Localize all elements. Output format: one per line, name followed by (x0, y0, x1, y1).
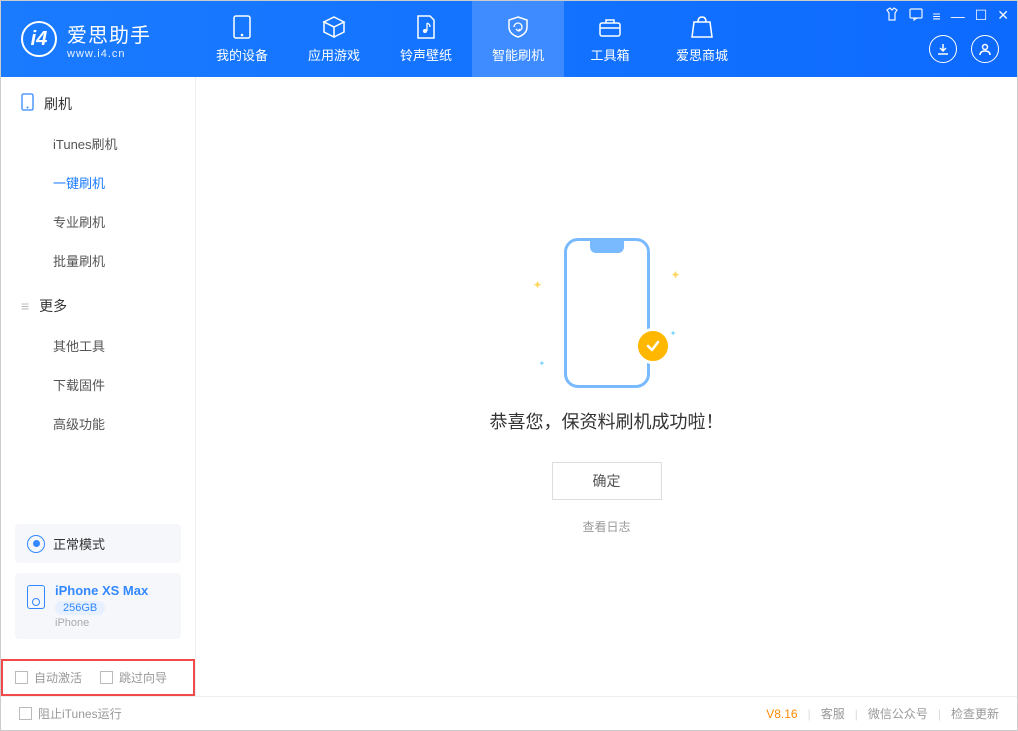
tshirt-icon[interactable] (885, 7, 899, 24)
nav-label: 爱思商城 (676, 45, 728, 64)
nav-apps[interactable]: 应用游戏 (288, 1, 380, 77)
block-itunes-checkbox[interactable]: 阻止iTunes运行 (19, 705, 122, 722)
download-button[interactable] (929, 35, 957, 63)
sparkle-icon: ✦ (539, 359, 546, 368)
refresh-shield-icon (506, 15, 530, 39)
check-update-link[interactable]: 检查更新 (951, 705, 999, 722)
nav-label: 应用游戏 (308, 45, 360, 64)
mode-indicator-icon (27, 535, 45, 553)
bag-icon (690, 15, 714, 39)
device-phone-icon (27, 585, 45, 609)
close-icon[interactable]: ✕ (997, 7, 1009, 24)
cube-icon (322, 15, 346, 39)
section-label: 更多 (39, 296, 67, 316)
sidebar-item-oneclick-flash[interactable]: 一键刷机 (1, 163, 195, 202)
sidebar: 刷机 iTunes刷机 一键刷机 专业刷机 批量刷机 ≡ 更多 其他工具 下载固… (1, 77, 196, 696)
nav-ringtones[interactable]: 铃声壁纸 (380, 1, 472, 77)
skip-guide-checkbox[interactable]: 跳过向导 (100, 669, 167, 686)
header-bar: i4 爱思助手 www.i4.cn 我的设备 应用游戏 铃声壁纸 智能刷机 工具… (1, 1, 1017, 77)
checkbox-icon (15, 671, 28, 684)
nav-label: 智能刷机 (492, 45, 544, 64)
checkbox-icon (19, 707, 32, 720)
mode-row[interactable]: 正常模式 (15, 524, 181, 563)
sidebar-item-pro-flash[interactable]: 专业刷机 (1, 202, 195, 241)
sidebar-item-batch-flash[interactable]: 批量刷机 (1, 241, 195, 280)
mode-label: 正常模式 (53, 534, 105, 553)
divider: | (808, 707, 811, 721)
success-check-icon (635, 328, 671, 364)
sidebar-item-itunes-flash[interactable]: iTunes刷机 (1, 124, 195, 163)
phone-small-icon (21, 93, 34, 114)
sidebar-item-other-tools[interactable]: 其他工具 (1, 326, 195, 365)
section-label: 刷机 (44, 94, 72, 114)
nav-toolbox[interactable]: 工具箱 (564, 1, 656, 77)
device-row[interactable]: iPhone XS Max 256GB iPhone (15, 573, 181, 639)
header-right-buttons (929, 35, 999, 63)
main-content: ✦ ✦ ✦ ✦ 恭喜您，保资料刷机成功啦！ 确定 查看日志 (196, 77, 1017, 696)
divider: | (938, 707, 941, 721)
logo-block[interactable]: i4 爱思助手 www.i4.cn (1, 19, 196, 60)
nav-store[interactable]: 爱思商城 (656, 1, 748, 77)
user-button[interactable] (971, 35, 999, 63)
sidebar-section-flash: 刷机 (1, 77, 195, 124)
logo-title: 爱思助手 (67, 19, 151, 48)
checkbox-label: 自动激活 (34, 669, 82, 686)
nav-label: 铃声壁纸 (400, 45, 452, 64)
storage-badge: 256GB (55, 601, 105, 615)
nav-my-device[interactable]: 我的设备 (196, 1, 288, 77)
ok-button[interactable]: 确定 (552, 462, 662, 500)
nav-flash[interactable]: 智能刷机 (472, 1, 564, 77)
nav-label: 工具箱 (590, 45, 629, 64)
phone-illustration-icon (564, 238, 650, 388)
logo-subtitle: www.i4.cn (67, 48, 151, 60)
feedback-icon[interactable] (909, 7, 923, 24)
sidebar-item-download-firmware[interactable]: 下载固件 (1, 365, 195, 404)
support-link[interactable]: 客服 (821, 705, 845, 722)
nav-label: 我的设备 (216, 45, 268, 64)
sidebar-section-more: ≡ 更多 (1, 280, 195, 326)
logo-icon: i4 (21, 21, 57, 57)
toolbox-icon (598, 15, 622, 39)
list-icon: ≡ (21, 298, 29, 314)
checkbox-label: 跳过向导 (119, 669, 167, 686)
minimize-icon[interactable]: — (951, 8, 965, 24)
device-type: iPhone (55, 617, 148, 629)
sparkle-icon: ✦ (670, 268, 680, 282)
auto-activate-checkbox[interactable]: 自动激活 (15, 669, 82, 686)
wechat-link[interactable]: 微信公众号 (868, 705, 928, 722)
success-illustration: ✦ ✦ ✦ ✦ (547, 238, 667, 388)
bottom-options-highlighted: 自动激活 跳过向导 (1, 659, 195, 696)
view-log-link[interactable]: 查看日志 (582, 518, 630, 535)
music-file-icon (414, 15, 438, 39)
window-controls: ≡ — ☐ ✕ (885, 7, 1009, 24)
sparkle-icon: ✦ (670, 329, 677, 338)
top-nav: 我的设备 应用游戏 铃声壁纸 智能刷机 工具箱 爱思商城 (196, 1, 748, 77)
device-name: iPhone XS Max (55, 583, 148, 598)
phone-icon (230, 15, 254, 39)
sparkle-icon: ✦ (533, 278, 543, 292)
divider: | (855, 707, 858, 721)
success-title: 恭喜您，保资料刷机成功啦！ (490, 408, 724, 434)
device-panel: 正常模式 iPhone XS Max 256GB iPhone (1, 514, 195, 649)
sidebar-item-advanced[interactable]: 高级功能 (1, 404, 195, 443)
checkbox-label: 阻止iTunes运行 (38, 705, 122, 722)
version-label: V8.16 (766, 707, 797, 721)
menu-icon[interactable]: ≡ (933, 8, 941, 24)
checkbox-icon (100, 671, 113, 684)
maximize-icon[interactable]: ☐ (975, 7, 988, 24)
footer-bar: 阻止iTunes运行 V8.16 | 客服 | 微信公众号 | 检查更新 (1, 696, 1017, 730)
